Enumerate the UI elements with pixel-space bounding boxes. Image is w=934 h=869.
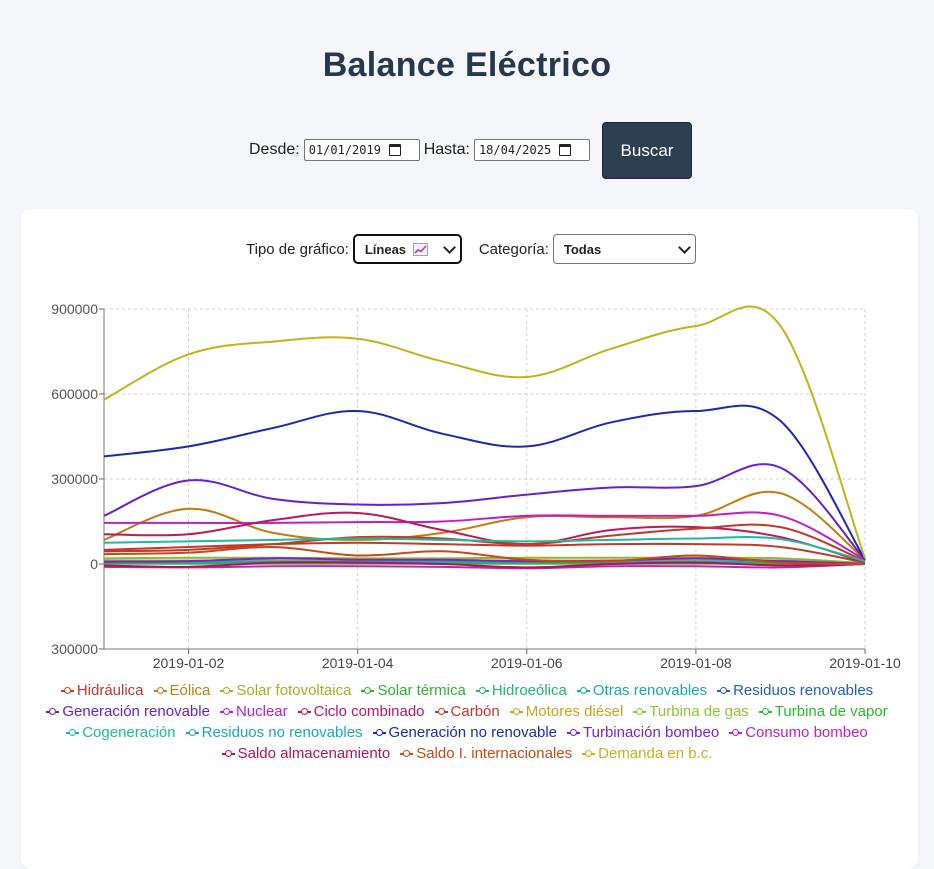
legend-label: Turbinación bombeo [583,722,719,743]
legend-marker-icon [298,707,311,717]
legend-label: Generación no renovable [389,722,557,743]
legend-item[interactable]: Carbón [435,701,500,722]
legend-marker-icon [46,707,59,717]
legend-marker-icon [729,728,742,738]
series-line [104,512,865,559]
legend-marker-icon [220,707,233,717]
legend-label: Cogeneración [82,722,175,743]
legend-item[interactable]: Otras renovables [577,680,707,701]
legend-label: Nuclear [236,701,288,722]
legend-marker-icon [567,728,580,738]
legend-item[interactable]: Turbina de vapor [759,701,888,722]
legend-item[interactable]: Motores diésel [510,701,624,722]
y-tick-label: 900000 [51,301,98,317]
x-tick-label: 2019-01-08 [660,655,732,671]
legend-label: Carbón [451,701,500,722]
legend-item[interactable]: Ciclo combinado [298,701,425,722]
legend-item[interactable]: Generación no renovable [373,722,557,743]
legend-marker-icon [577,686,590,696]
legend-label: Turbina de gas [649,701,749,722]
legend-item[interactable]: Residuos renovables [717,680,873,701]
legend-item[interactable]: Solar fotovoltaica [220,680,351,701]
legend-label: Solar térmica [377,680,465,701]
legend-item[interactable]: Solar térmica [361,680,465,701]
chart-legend: Hidráulica Eólica Solar fotovoltaica Solar … [40,680,894,764]
legend-label: Saldo almacenamiento [238,743,391,764]
x-tick-label: 2019-01-10 [829,655,901,671]
legend-marker-icon [400,749,413,759]
legend-marker-icon [435,707,448,717]
line-chart: 900000 600000 300000 0 300000 2019-01-02 2019-… [0,0,934,680]
legend-marker-icon [222,749,235,759]
legend-marker-icon [61,686,74,696]
legend-label: Demanda en b.c. [598,743,712,764]
legend-label: Generación renovable [62,701,210,722]
legend-marker-icon [476,686,489,696]
legend-item[interactable]: Eólica [154,680,211,701]
legend-marker-icon [373,728,386,738]
legend-item[interactable]: Cogeneración [66,722,175,743]
legend-label: Solar fotovoltaica [236,680,351,701]
legend-marker-icon [510,707,523,717]
legend-marker-icon [717,686,730,696]
legend-item[interactable]: Turbina de gas [633,701,749,722]
legend-item[interactable]: Consumo bombeo [729,722,868,743]
legend-label: Residuos renovables [733,680,873,701]
legend-marker-icon [220,686,233,696]
legend-label: Turbina de vapor [775,701,888,722]
legend-marker-icon [759,707,772,717]
x-tick-label: 2019-01-06 [491,655,563,671]
legend-item[interactable]: Generación renovable [46,701,210,722]
x-tick-label: 2019-01-04 [322,655,394,671]
y-tick-label: 300000 [51,471,98,487]
y-tick-label: 0 [90,556,98,572]
legend-item[interactable]: Turbinación bombeo [567,722,719,743]
legend-item[interactable]: Hidráulica [61,680,144,701]
legend-marker-icon [582,749,595,759]
legend-item[interactable]: Residuos no renovables [186,722,363,743]
legend-label: Residuos no renovables [202,722,363,743]
legend-marker-icon [154,686,167,696]
x-tick-label: 2019-01-02 [153,655,225,671]
legend-label: Consumo bombeo [745,722,868,743]
legend-marker-icon [186,728,199,738]
legend-label: Ciclo combinado [314,701,425,722]
legend-item[interactable]: Demanda en b.c. [582,743,712,764]
legend-item[interactable]: Nuclear [220,701,288,722]
y-tick-label: 600000 [51,386,98,402]
series-line [104,306,865,558]
legend-label: Saldo I. internacionales [416,743,572,764]
legend-item[interactable]: Hidroeólica [476,680,567,701]
legend-item[interactable]: Saldo I. internacionales [400,743,572,764]
legend-label: Otras renovables [593,680,707,701]
legend-marker-icon [361,686,374,696]
legend-label: Hidroeólica [492,680,567,701]
legend-label: Motores diésel [526,701,624,722]
legend-item[interactable]: Saldo almacenamiento [222,743,391,764]
legend-marker-icon [66,728,79,738]
legend-label: Eólica [170,680,211,701]
legend-label: Hidráulica [77,680,144,701]
y-tick-label: 300000 [51,641,98,657]
legend-marker-icon [633,707,646,717]
